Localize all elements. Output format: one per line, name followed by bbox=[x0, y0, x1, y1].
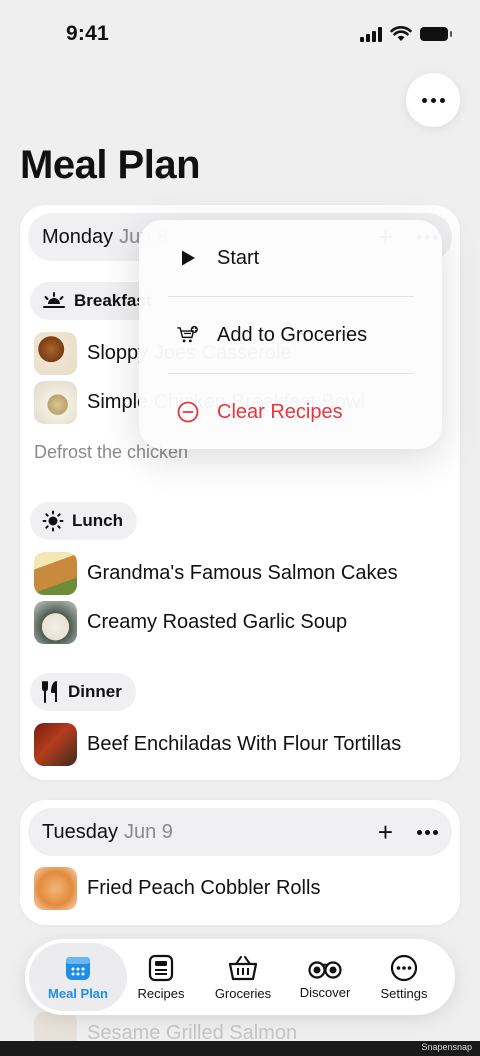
status-icons bbox=[360, 26, 452, 42]
watermark-bar: Snapensnap bbox=[0, 1041, 480, 1056]
ellipsis-circle-icon bbox=[390, 954, 418, 981]
menu-item-clear-recipes[interactable]: Clear Recipes bbox=[139, 374, 442, 450]
tab-groceries[interactable]: Groceries bbox=[198, 943, 288, 1011]
tab-recipes[interactable]: Recipes bbox=[116, 943, 206, 1011]
recipe-row[interactable]: Fried Peach Cobbler Rolls bbox=[34, 867, 320, 910]
sunrise-icon bbox=[43, 292, 65, 308]
recipe-name: Fried Peach Cobbler Rolls bbox=[87, 877, 321, 899]
day-date: Jun 9 bbox=[123, 820, 173, 843]
recipe-row[interactable]: Creamy Roasted Garlic Soup bbox=[34, 601, 347, 644]
cart-plus-icon bbox=[177, 324, 199, 346]
menu-item-start[interactable]: Start bbox=[139, 220, 442, 296]
tab-discover[interactable]: Discover bbox=[280, 943, 370, 1011]
wifi-icon bbox=[390, 26, 412, 41]
day-name: Monday bbox=[42, 225, 114, 248]
recipe-thumbnail bbox=[34, 332, 77, 375]
menu-item-label: Clear Recipes bbox=[217, 400, 343, 423]
tab-label: Settings bbox=[380, 985, 428, 1001]
add-recipe-button[interactable]: + bbox=[378, 819, 393, 845]
basket-icon bbox=[228, 955, 258, 980]
recipe-name: Grandma's Famous Salmon Cakes bbox=[87, 562, 398, 584]
calendar-icon bbox=[66, 956, 90, 980]
recipe-thumbnail bbox=[34, 381, 77, 424]
recipe-thumbnail bbox=[34, 552, 77, 595]
recipe-name: Creamy Roasted Garlic Soup bbox=[87, 611, 348, 633]
tab-bar: Meal Plan Recipes Groceries Discover Set… bbox=[25, 939, 455, 1015]
day-header[interactable]: Tuesday Jun 9 + bbox=[28, 808, 452, 856]
cellular-signal-icon bbox=[360, 26, 382, 42]
fork-knife-icon bbox=[42, 681, 57, 703]
recipe-thumbnail bbox=[34, 723, 77, 766]
meal-label: Dinner bbox=[68, 682, 122, 701]
status-bar: 9:41 bbox=[0, 0, 480, 72]
recipe-card-icon bbox=[148, 954, 174, 981]
day-actions: + bbox=[378, 808, 438, 856]
recipe-thumbnail bbox=[34, 601, 77, 644]
context-menu: Start Add to Groceries Clear Recipes bbox=[139, 220, 442, 449]
minus-circle-icon bbox=[177, 401, 199, 423]
menu-item-label: Add to Groceries bbox=[217, 323, 368, 346]
day-name: Tuesday bbox=[42, 820, 118, 843]
sun-icon bbox=[42, 510, 64, 532]
meal-label: Lunch bbox=[72, 511, 123, 530]
day-more-button[interactable] bbox=[417, 829, 438, 835]
ellipsis-icon bbox=[421, 97, 427, 103]
watermark: Snapensnap bbox=[421, 1042, 472, 1052]
battery-icon bbox=[420, 27, 452, 41]
recipe-thumbnail bbox=[34, 867, 77, 910]
tab-label: Groceries bbox=[214, 985, 272, 1001]
page-title: Meal Plan bbox=[20, 143, 201, 187]
tab-meal-plan[interactable]: Meal Plan bbox=[29, 943, 127, 1011]
recipe-name: Beef Enchiladas With Flour Tortillas bbox=[87, 733, 402, 755]
recipe-row[interactable]: Grandma's Famous Salmon Cakes bbox=[34, 552, 398, 595]
play-icon bbox=[177, 247, 199, 269]
more-options-button[interactable] bbox=[406, 73, 460, 127]
day-card-tuesday: Tuesday Jun 9 + Fried Peach Cobbler Roll… bbox=[20, 800, 460, 925]
tab-label: Meal Plan bbox=[48, 985, 108, 1001]
status-time: 9:41 bbox=[66, 22, 109, 45]
tab-label: Discover bbox=[299, 984, 351, 1000]
tab-label: Recipes bbox=[137, 985, 185, 1001]
menu-item-add-to-groceries[interactable]: Add to Groceries bbox=[139, 297, 442, 373]
binoculars-icon bbox=[308, 960, 342, 979]
tab-settings[interactable]: Settings bbox=[359, 943, 449, 1011]
meal-chip-lunch[interactable]: Lunch bbox=[30, 502, 137, 540]
menu-item-label: Start bbox=[217, 246, 260, 269]
recipe-row[interactable]: Beef Enchiladas With Flour Tortillas bbox=[34, 723, 401, 766]
meal-chip-dinner[interactable]: Dinner bbox=[30, 673, 136, 711]
